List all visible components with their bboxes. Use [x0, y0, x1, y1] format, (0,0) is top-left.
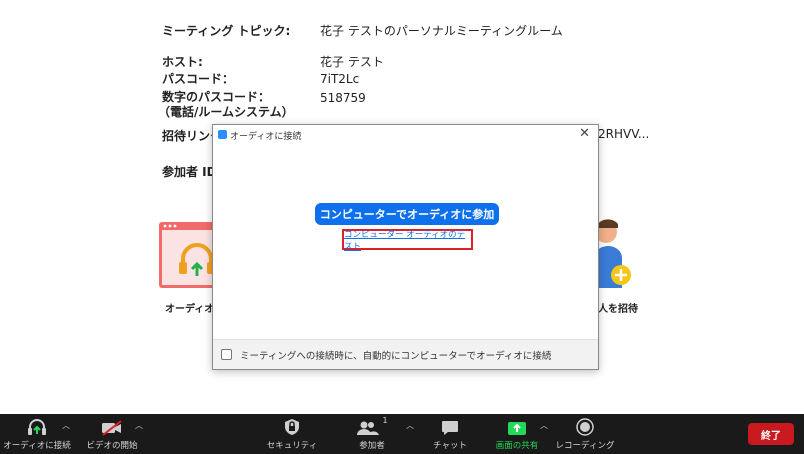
- chat-label: チャット: [433, 441, 467, 451]
- chat-icon: [441, 414, 459, 436]
- security-button[interactable]: セキュリティ: [266, 414, 318, 454]
- invite-tile-caption: 人を招待: [598, 304, 638, 315]
- end-meeting-button[interactable]: 終了: [748, 423, 794, 445]
- invite-link-value[interactable]: 2RHVV...: [598, 127, 649, 141]
- close-icon[interactable]: ✕: [579, 126, 590, 141]
- participants-label: 参加者: [359, 441, 385, 451]
- audio-tile-icon: [159, 222, 219, 288]
- share-screen-button[interactable]: 画面の共有: [492, 414, 542, 454]
- test-computer-audio-link[interactable]: コンピューター オーディオのテスト: [344, 228, 471, 252]
- participants-count: 1: [382, 416, 388, 425]
- topic-value: 花子 テストのパーソナルミーティングルーム: [320, 24, 563, 38]
- share-screen-icon: [508, 414, 526, 436]
- topic-label: ミーティング トピック:: [162, 24, 291, 38]
- share-screen-label: 画面の共有: [495, 441, 539, 451]
- numeric-passcode-value: 518759: [320, 91, 366, 105]
- passcode-label: パスコード：: [162, 72, 235, 86]
- host-value: 花子 テスト: [320, 55, 384, 69]
- join-audio-dialog: オーディオに接続 ✕ コンピューターでオーディオに参加 コンピューター オーディ…: [212, 124, 599, 370]
- shield-icon: [284, 414, 300, 436]
- participants-button[interactable]: 1 参加者: [350, 414, 394, 454]
- numeric-passcode-sub: （電話/ルームシステム）: [158, 105, 294, 119]
- join-audio-button[interactable]: オーディオに接続: [3, 414, 71, 454]
- dialog-title: オーディオに接続: [230, 132, 302, 142]
- chat-button[interactable]: チャット: [430, 414, 470, 454]
- record-icon: [576, 414, 594, 436]
- start-video-label: ビデオの開始: [86, 441, 138, 451]
- test-audio-highlight: コンピューター オーディオのテスト: [342, 228, 473, 252]
- auto-connect-checkbox[interactable]: [221, 349, 232, 360]
- zoom-logo-icon: [218, 130, 227, 139]
- passcode-value: 7iT2Lc: [320, 72, 360, 86]
- video-off-icon: [101, 414, 123, 436]
- start-video-button[interactable]: ビデオの開始: [84, 414, 140, 454]
- participants-options-caret-icon[interactable]: ︿: [406, 420, 414, 431]
- video-options-caret-icon[interactable]: ︿: [135, 420, 143, 431]
- share-options-caret-icon[interactable]: ︿: [540, 420, 548, 431]
- participant-id-label: 参加者 ID: [162, 165, 217, 179]
- record-button[interactable]: レコーディング: [556, 414, 614, 454]
- security-label: セキュリティ: [266, 441, 318, 451]
- auto-connect-label[interactable]: ミーティングへの接続時に、自動的にコンピューターでオーディオに接続: [240, 348, 551, 362]
- participants-icon: 1: [356, 414, 388, 436]
- dialog-footer: ミーティングへの接続時に、自動的にコンピューターでオーディオに接続: [213, 339, 598, 369]
- join-with-computer-audio-button[interactable]: コンピューターでオーディオに参加: [315, 203, 499, 225]
- invite-tile[interactable]: [594, 218, 638, 288]
- audio-options-caret-icon[interactable]: ︿: [62, 420, 70, 431]
- invite-person-icon: [594, 219, 631, 288]
- join-audio-label: オーディオに接続: [3, 441, 71, 451]
- record-label: レコーディング: [555, 441, 615, 451]
- meeting-toolbar: オーディオに接続 ︿ ビデオの開始 ︿ セキュリティ 1 参加者 ︿ チャット …: [0, 414, 804, 454]
- join-audio-tile[interactable]: [159, 222, 219, 288]
- host-label: ホスト:: [162, 55, 203, 69]
- headphone-icon: [27, 414, 47, 436]
